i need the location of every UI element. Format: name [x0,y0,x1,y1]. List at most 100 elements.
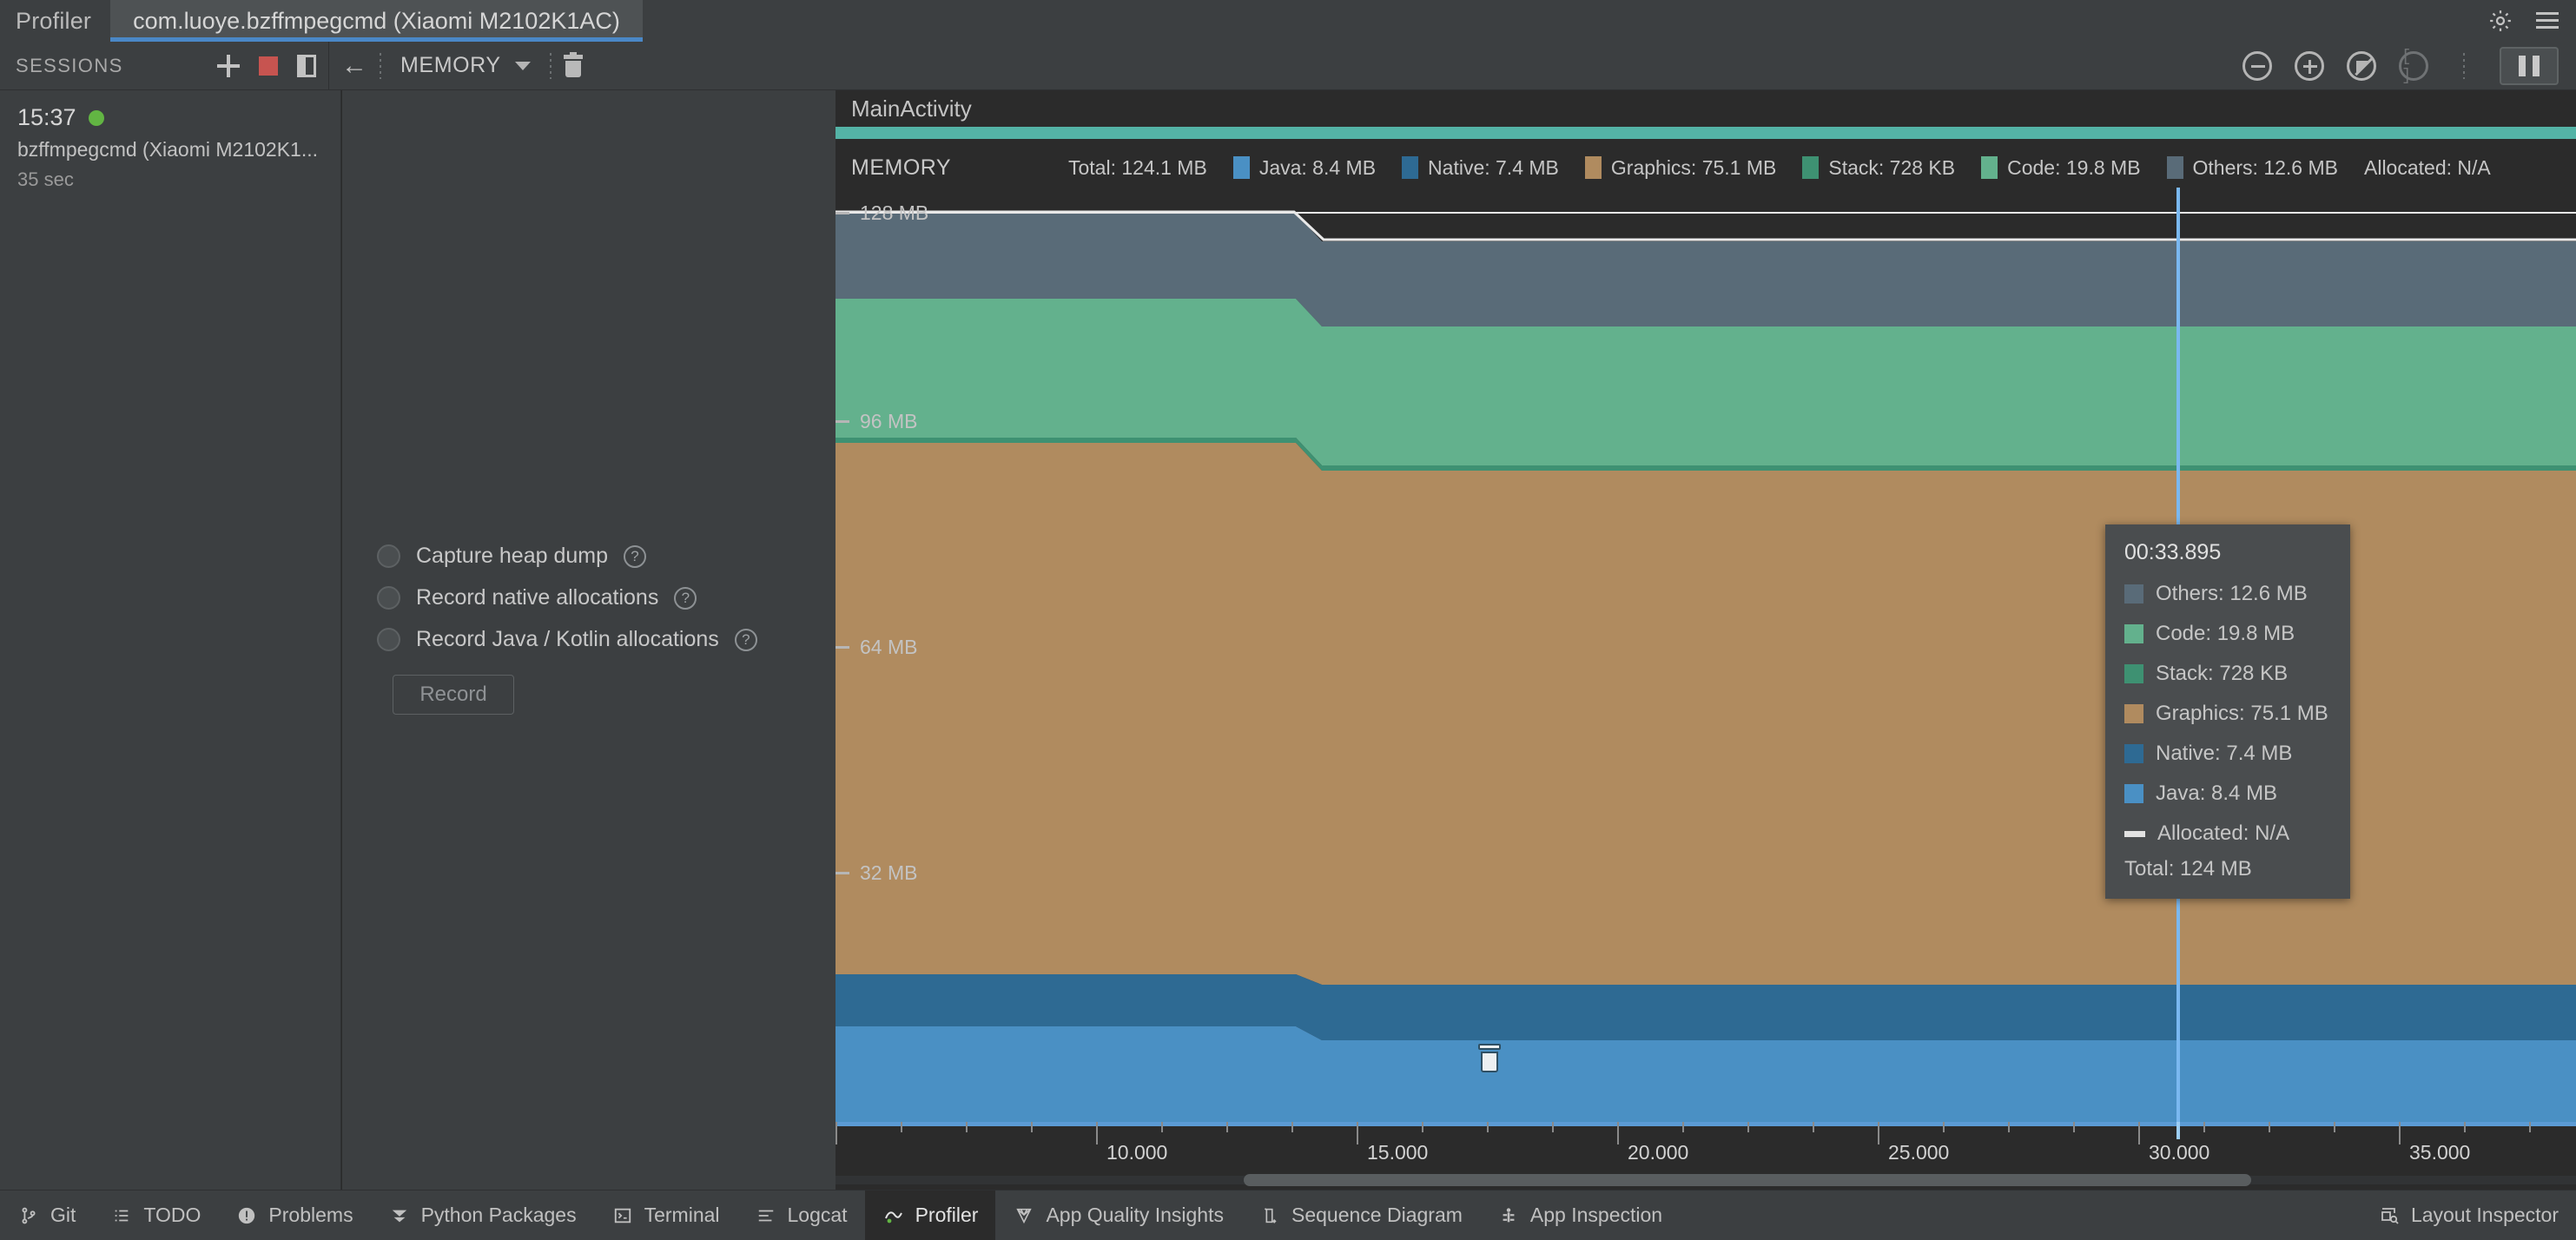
session-active-indicator [88,109,104,126]
statusbar-item-sequence-diagram[interactable]: Sequence Diagram [1241,1191,1480,1240]
help-icon[interactable]: ? [674,586,697,610]
x-tick-label: 30.000 [2149,1141,2210,1164]
statusbar-item-profiler[interactable]: Profiler [864,1190,996,1240]
timeline-scrollbar[interactable] [836,1171,2576,1190]
session-list-item[interactable]: 15:37 bzffmpegcmd (Xiaomi M2102K1... 35 … [0,90,340,208]
stop-icon[interactable] [259,56,278,76]
statusbar-item-git[interactable]: Git [0,1191,93,1240]
gc-marker-trash-icon[interactable] [1476,1044,1503,1073]
event-track: MainActivity [836,90,2576,148]
tooltip-swatch-java [2124,784,2143,803]
plus-icon[interactable] [217,54,240,77]
dotted-divider [549,52,552,79]
statusbar-label: Python Packages [420,1204,577,1226]
trash-icon[interactable] [563,51,583,77]
sequence-icon [1258,1204,1281,1227]
sessions-panel: 15:37 bzffmpegcmd (Xiaomi M2102K1... 35 … [0,90,341,1190]
statusbar-item-terminal[interactable]: Terminal [594,1191,737,1240]
statusbar-right-group: Layout Inspector [2361,1191,2576,1240]
legend-swatch-code [1981,156,1998,179]
tooltip-swatch-others [2124,584,2143,604]
time-axis[interactable]: 10.000 15.000 20.000 25.000 30.000 35.00… [836,1122,2576,1176]
radio-record-native-allocations[interactable] [377,586,400,610]
tooltip-label: Allocated: N/A [2157,821,2290,845]
list-icon [110,1204,133,1227]
statusbar-item-python-packages[interactable]: Python Packages [371,1191,594,1240]
y-tick-label: 96 MB [860,410,918,432]
legend-swatch-graphics [1584,156,1602,179]
help-icon[interactable]: ? [734,628,757,651]
attach-to-live-icon[interactable]: [ ] [2399,47,2428,85]
session-duration: 35 sec [17,168,74,190]
legend-label: Code: 19.8 MB [2007,155,2141,179]
profiler-stage: MainActivity MEMORY Total: 124.1 MB Java… [836,90,2576,1190]
statusbar-label: App Quality Insights [1046,1204,1224,1226]
session-tab[interactable]: com.luoye.bzffmpegcmd (Xiaomi M2102K1AC) [110,0,643,42]
record-button[interactable]: Record [393,675,514,715]
status-bar: Git TODO Problems Python Packages Termin… [0,1190,2576,1240]
statusbar-item-app-inspection[interactable]: App Inspection [1480,1191,1680,1240]
option-record-java-kotlin-allocations[interactable]: Record Java / Kotlin allocations ? [377,627,811,652]
git-branch-icon [17,1204,40,1227]
radio-record-java-kotlin-allocations[interactable] [377,628,400,651]
zoom-in-icon[interactable] [2295,50,2324,81]
x-tick-label: 10.000 [1106,1141,1168,1164]
hamburger-icon[interactable] [2536,12,2559,30]
legend-code: Code: 19.8 MB [1981,155,2141,180]
statusbar-item-logcat[interactable]: Logcat [737,1191,865,1240]
tooltip-swatch-stack [2124,664,2143,683]
legend-swatch-native [1402,156,1419,179]
x-tick-label: 25.000 [1888,1141,1950,1164]
statusbar-item-todo[interactable]: TODO [93,1191,218,1240]
radio-capture-heap-dump[interactable] [377,544,400,568]
statusbar-label: Layout Inspector [2410,1204,2559,1226]
session-time: 15:37 [17,104,76,130]
tooltip-row-graphics: Graphics: 75.1 MB [2124,694,2331,734]
tooltip-swatch-native [2124,744,2143,763]
app-title: Profiler [16,7,92,34]
statusbar-item-problems[interactable]: Problems [218,1191,370,1240]
zoom-out-icon[interactable] [2242,50,2272,81]
tooltip-label: Code: 19.8 MB [2156,622,2295,645]
x-tick-label: 35.000 [2409,1141,2471,1164]
statusbar-label: TODO [143,1204,201,1226]
help-icon[interactable]: ? [623,544,646,568]
scrollbar-thumb[interactable] [1244,1174,2251,1186]
memory-legend-header: MEMORY Total: 124.1 MB Java: 8.4 MB Nati… [836,148,2576,188]
legend-swatch-others [2166,156,2183,179]
statusbar-label: Git [50,1204,76,1226]
statusbar-item-app-quality-insights[interactable]: App Quality Insights [995,1191,1241,1240]
memory-title: MEMORY [851,155,952,180]
panel-toggle-icon[interactable] [297,54,316,77]
hamburger-line [2536,12,2559,15]
x-tick-label: 15.000 [1367,1141,1429,1164]
option-capture-heap-dump[interactable]: Capture heap dump ? [377,544,811,569]
tooltip-row-code: Code: 19.8 MB [2124,614,2331,654]
gear-icon[interactable] [2487,8,2513,34]
activity-lifecycle-bar[interactable] [836,127,2576,139]
hamburger-line [2536,26,2559,29]
pause-icon[interactable] [2500,46,2559,85]
lines-icon [755,1204,777,1227]
tooltip-label: Native: 7.4 MB [2156,742,2293,765]
dotted-divider [2463,52,2465,79]
option-record-native-allocations[interactable]: Record native allocations ? [377,585,811,610]
legend-swatch-stack [1802,156,1820,179]
tooltip-swatch-graphics [2124,704,2143,723]
legend-stack: Stack: 728 KB [1802,156,1955,180]
monitor-name: MEMORY [400,53,501,77]
memory-chart[interactable]: 128 MB 96 MB 64 MB 32 MB 00:33.895 Other… [836,188,2576,1122]
profiler-window: Profiler com.luoye.bzffmpegcmd (Xiaomi M… [0,0,2576,1240]
tick-dash [836,420,849,423]
back-arrow-icon[interactable]: ← [341,52,367,79]
reset-zoom-icon[interactable] [2347,50,2376,81]
statusbar-item-layout-inspector[interactable]: Layout Inspector [2361,1191,2576,1240]
legend-java: Java: 8.4 MB [1232,156,1376,180]
chart-controls: [ ] [2242,46,2576,85]
monitor-selector[interactable]: MEMORY [393,53,538,78]
statusbar-label: App Inspection [1529,1204,1663,1226]
axis-playhead-marker [2176,1122,2180,1139]
y-tick-64mb: 64 MB [836,636,917,659]
tooltip-dash-allocated [2124,830,2145,837]
legend-label: Graphics: 75.1 MB [1610,155,1777,179]
